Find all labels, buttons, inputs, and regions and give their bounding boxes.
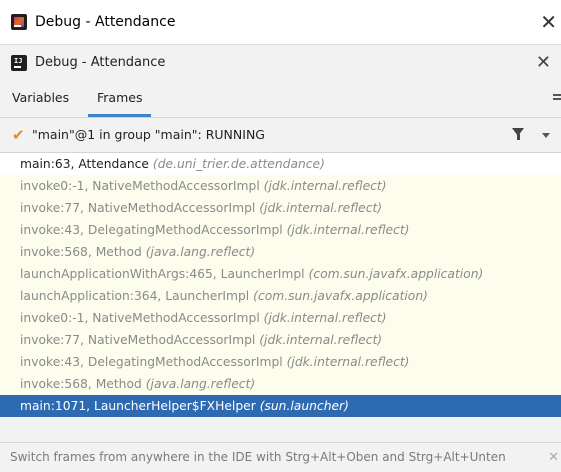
frame-method: invoke:77, NativeMethodAccessorImpl [20,201,256,215]
frame-package: (jdk.internal.reflect) [286,223,410,237]
frame-row[interactable]: invoke:568, Method (java.lang.reflect) [0,241,561,263]
frame-row[interactable]: invoke:568, Method (java.lang.reflect) [0,373,561,395]
hint-close-icon[interactable]: ✕ [548,443,559,472]
frames-list: main:63, Attendance (de.uni_trier.de.att… [0,153,561,417]
frame-row[interactable]: launchApplication:364, LauncherImpl (com… [0,285,561,307]
tab-frames[interactable]: Frames [88,81,152,117]
frame-method: invoke:77, NativeMethodAccessorImpl [20,333,256,347]
intellij-logo-icon: IJ [11,55,27,71]
frame-package: (com.sun.javafx.application) [308,267,484,281]
tab-variables[interactable]: Variables [12,81,69,117]
intellij-logo-icon [11,14,27,30]
frame-package: (jdk.internal.reflect) [263,179,387,193]
frame-method: invoke0:-1, NativeMethodAccessorImpl [20,179,260,193]
frame-row[interactable]: invoke:43, DelegatingMethodAccessorImpl … [0,219,561,241]
frame-package: (jdk.internal.reflect) [259,333,383,347]
debug-tool-window: IJ Debug - Attendance ✕ Variables Frames… [0,44,561,472]
frame-package: (java.lang.reflect) [145,377,256,391]
frame-row[interactable]: invoke:77, NativeMethodAccessorImpl (jdk… [0,197,561,219]
frame-package: (jdk.internal.reflect) [263,311,387,325]
debug-tabs: Variables Frames [0,81,561,118]
frame-package: (de.uni_trier.de.attendance) [152,157,325,171]
frame-package: (java.lang.reflect) [145,245,256,259]
frame-method: launchApplication:364, LauncherImpl [20,289,250,303]
frame-package: (jdk.internal.reflect) [259,201,383,215]
hint-bar: Switch frames from anywhere in the IDE w… [0,442,561,472]
frame-row[interactable]: main:1071, LauncherHelper$FXHelper (sun.… [0,395,561,417]
frame-method: invoke:43, DelegatingMethodAccessorImpl [20,355,283,369]
chevron-down-icon[interactable] [542,133,550,138]
checkmark-icon: ✔ [12,126,25,144]
frame-method: invoke0:-1, NativeMethodAccessorImpl [20,311,260,325]
window-titlebar: Debug - Attendance ✕ [0,0,561,44]
frame-method: main:63, Attendance [20,157,149,171]
frame-row[interactable]: main:63, Attendance (de.uni_trier.de.att… [0,153,561,175]
frame-method: main:1071, LauncherHelper$FXHelper [20,399,256,413]
frame-method: launchApplicationWithArgs:465, LauncherI… [20,267,305,281]
frame-method: invoke:568, Method [20,245,142,259]
frame-method: invoke:568, Method [20,377,142,391]
layout-icon[interactable] [553,94,561,104]
frame-row[interactable]: launchApplicationWithArgs:465, LauncherI… [0,263,561,285]
frame-package: (sun.launcher) [259,399,349,413]
tool-window-title: Debug - Attendance [35,55,166,70]
frame-row[interactable]: invoke0:-1, NativeMethodAccessorImpl (jd… [0,307,561,329]
frame-package: (com.sun.javafx.application) [253,289,428,303]
thread-label: "main"@1 in group "main": RUNNING [32,127,265,142]
frame-row[interactable]: invoke:43, DelegatingMethodAccessorImpl … [0,351,561,373]
frame-package: (jdk.internal.reflect) [286,355,410,369]
window-title: Debug - Attendance [35,14,176,30]
tool-window-close-icon[interactable]: ✕ [536,45,551,81]
window-close-icon[interactable]: ✕ [515,0,561,44]
tool-window-header: IJ Debug - Attendance ✕ [0,45,561,81]
filter-icon[interactable] [512,128,524,140]
thread-selector[interactable]: ✔ "main"@1 in group "main": RUNNING [0,118,561,153]
frame-method: invoke:43, DelegatingMethodAccessorImpl [20,223,283,237]
hint-text: Switch frames from anywhere in the IDE w… [10,450,506,464]
frame-row[interactable]: invoke:77, NativeMethodAccessorImpl (jdk… [0,329,561,351]
frame-row[interactable]: invoke0:-1, NativeMethodAccessorImpl (jd… [0,175,561,197]
